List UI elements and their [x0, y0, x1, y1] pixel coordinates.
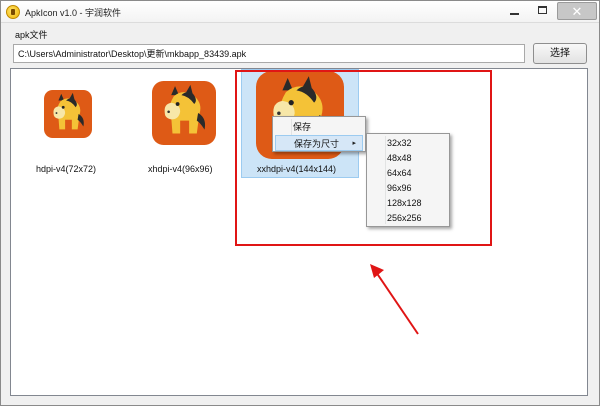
menu-apk-file[interactable]: apk文件 — [15, 28, 48, 41]
horse-icon — [164, 84, 206, 134]
minimize-button[interactable] — [501, 2, 527, 20]
size-submenu: 32x32 48x48 64x64 96x96 128x128 256x256 — [366, 133, 450, 227]
minimize-icon — [509, 12, 519, 15]
icon-label-hdpi: hdpi-v4(72x72) — [36, 164, 97, 174]
menu-item-save-as-size[interactable]: 保存为尺寸 ▸ — [275, 135, 363, 151]
apk-path-input[interactable] — [13, 44, 525, 63]
horse-icon — [53, 92, 84, 130]
context-menu: 保存 保存为尺寸 ▸ — [272, 116, 366, 152]
app-icon-hdpi[interactable] — [44, 90, 92, 138]
close-button[interactable]: ✕ — [557, 2, 597, 20]
icon-label-xxhdpi: xxhdpi-v4(144x144) — [257, 164, 337, 174]
menu-item-save-as-size-label: 保存为尺寸 — [294, 139, 340, 149]
size-option-256[interactable]: 256x256 — [369, 211, 447, 226]
app-icon-xhdpi[interactable] — [152, 81, 216, 145]
size-option-96[interactable]: 96x96 — [369, 181, 447, 196]
window-title: ApkIcon v1.0 - 宇润软件 — [25, 8, 122, 18]
size-option-48[interactable]: 48x48 — [369, 151, 447, 166]
size-option-128[interactable]: 128x128 — [369, 196, 447, 211]
maximize-button[interactable] — [529, 2, 555, 20]
icon-label-xhdpi: xhdpi-v4(96x96) — [148, 164, 213, 174]
menu-item-save-label: 保存 — [293, 122, 312, 132]
menu-item-save[interactable]: 保存 — [275, 119, 363, 135]
app-logo-icon — [6, 5, 20, 19]
maximize-icon — [537, 6, 547, 15]
select-file-button[interactable]: 选择 — [533, 43, 587, 64]
submenu-arrow-icon: ▸ — [352, 140, 356, 147]
size-option-32[interactable]: 32x32 — [369, 136, 447, 151]
title-bar[interactable]: ApkIcon v1.0 - 宇润软件 ✕ — [1, 1, 599, 23]
size-option-64[interactable]: 64x64 — [369, 166, 447, 181]
